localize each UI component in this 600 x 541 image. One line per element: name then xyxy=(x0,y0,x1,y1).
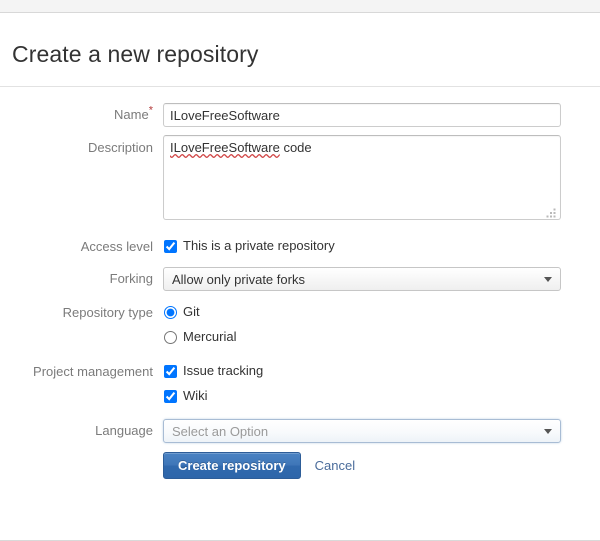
issue-tracking-checkbox[interactable] xyxy=(164,365,177,378)
name-field-cell xyxy=(163,103,590,127)
form-row-description: Description ILoveFreeSoftware code xyxy=(10,135,590,223)
forking-label: Forking xyxy=(10,267,163,291)
private-repository-checkbox[interactable] xyxy=(164,240,177,253)
forking-field-cell: Allow only private forks xyxy=(163,267,590,291)
name-label-cell: Name* xyxy=(10,103,163,127)
form-row-repository-type: Repository type Git Mercurial xyxy=(10,301,590,348)
private-repository-label: This is a private repository xyxy=(183,237,335,255)
radio-git[interactable] xyxy=(164,306,177,319)
form-row-name: Name* xyxy=(10,103,590,127)
access-level-label: Access level xyxy=(10,235,163,259)
language-field-cell: Select an Option xyxy=(163,419,590,443)
forking-selected-value: Allow only private forks xyxy=(172,272,305,287)
chevron-down-icon xyxy=(544,429,552,434)
radio-git-label: Git xyxy=(183,303,200,321)
button-row: Create repository Cancel xyxy=(163,452,590,479)
access-level-field-cell: This is a private repository xyxy=(163,235,590,257)
wiki-label: Wiki xyxy=(183,387,208,405)
create-repository-button[interactable]: Create repository xyxy=(163,452,301,479)
cancel-link[interactable]: Cancel xyxy=(315,458,355,473)
repository-description-textarea[interactable] xyxy=(163,135,561,220)
page-container: Create a new repository Name* Descriptio… xyxy=(0,13,600,479)
project-management-option-issue-tracking[interactable]: Issue tracking xyxy=(163,360,590,382)
repository-type-label: Repository type xyxy=(10,301,163,325)
actions-field-cell: Create repository Cancel xyxy=(163,443,590,479)
language-label: Language xyxy=(10,419,163,443)
form-row-actions: Create repository Cancel xyxy=(10,443,590,479)
radio-mercurial[interactable] xyxy=(164,331,177,344)
language-placeholder: Select an Option xyxy=(172,424,268,439)
description-field-cell: ILoveFreeSoftware code xyxy=(163,135,590,223)
create-repository-form: Name* Description ILoveFreeSoftware code xyxy=(10,87,590,479)
forking-select[interactable]: Allow only private forks xyxy=(163,267,561,291)
page-title: Create a new repository xyxy=(10,13,590,86)
form-row-access-level: Access level This is a private repositor… xyxy=(10,235,590,259)
form-row-forking: Forking Allow only private forks xyxy=(10,267,590,291)
project-management-label: Project management xyxy=(10,360,163,384)
description-textarea-wrap: ILoveFreeSoftware code xyxy=(163,135,561,223)
required-asterisk-icon: * xyxy=(149,105,153,117)
project-management-option-wiki[interactable]: Wiki xyxy=(163,385,590,407)
form-row-project-management: Project management Issue tracking Wiki xyxy=(10,360,590,407)
chevron-down-icon xyxy=(544,277,552,282)
repository-type-option-mercurial[interactable]: Mercurial xyxy=(163,326,590,348)
form-row-language: Language Select an Option xyxy=(10,419,590,443)
browser-chrome-bar xyxy=(0,0,600,13)
description-label: Description xyxy=(10,135,163,159)
name-label: Name xyxy=(114,107,149,122)
private-repository-checkbox-row[interactable]: This is a private repository xyxy=(163,235,590,257)
repository-name-input[interactable] xyxy=(163,103,561,127)
repository-type-field-cell: Git Mercurial xyxy=(163,301,590,348)
radio-mercurial-label: Mercurial xyxy=(183,328,236,346)
wiki-checkbox[interactable] xyxy=(164,390,177,403)
repository-type-option-git[interactable]: Git xyxy=(163,301,590,323)
language-select[interactable]: Select an Option xyxy=(163,419,561,443)
project-management-field-cell: Issue tracking Wiki xyxy=(163,360,590,407)
issue-tracking-label: Issue tracking xyxy=(183,362,263,380)
